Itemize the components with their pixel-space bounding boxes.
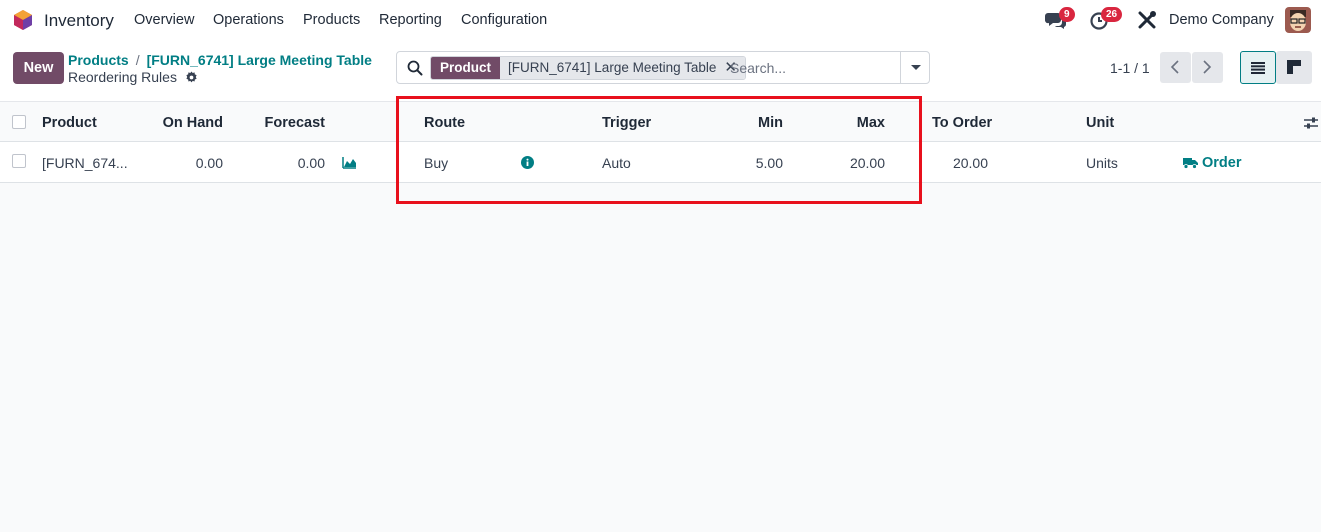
- cell-unit[interactable]: Units: [1086, 155, 1118, 171]
- avatar[interactable]: [1285, 7, 1311, 33]
- top-navbar: Inventory Overview Operations Products R…: [0, 0, 1321, 40]
- app-name[interactable]: Inventory: [44, 11, 114, 31]
- facet-label: Product: [431, 57, 501, 79]
- search-options-toggle[interactable]: [900, 52, 930, 83]
- select-all-checkbox[interactable]: [12, 115, 26, 129]
- breadcrumb-products[interactable]: Products: [68, 52, 129, 68]
- search-facet: Product [FURN_6741] Large Meeting Table …: [430, 56, 746, 80]
- cell-product[interactable]: [FURN_674...: [42, 155, 128, 171]
- truck-icon: [1183, 158, 1198, 169]
- pager-previous-button[interactable]: [1160, 52, 1191, 83]
- company-switcher[interactable]: Demo Company: [1169, 12, 1274, 28]
- breadcrumb: Products / [FURN_6741] Large Meeting Table: [68, 52, 372, 68]
- menu-reporting[interactable]: Reporting: [379, 12, 442, 28]
- list-empty-area: [0, 183, 1321, 532]
- list-view-button[interactable]: [1240, 51, 1276, 84]
- menu-overview[interactable]: Overview: [134, 12, 194, 28]
- new-button[interactable]: New: [13, 52, 64, 84]
- facet-value-text: [FURN_6741] Large Meeting Table: [508, 60, 717, 75]
- order-button-label: Order: [1202, 155, 1242, 171]
- chevron-down-icon: [911, 65, 921, 70]
- pager-next-button[interactable]: [1192, 52, 1223, 83]
- column-forecast[interactable]: Forecast: [240, 115, 325, 131]
- gear-icon[interactable]: [185, 71, 198, 84]
- inventory-logo-icon[interactable]: [12, 9, 34, 31]
- sliders-icon[interactable]: [1303, 116, 1319, 130]
- column-on-hand[interactable]: On Hand: [140, 115, 223, 131]
- kanban-view-button[interactable]: [1276, 51, 1312, 84]
- cell-on-hand[interactable]: 0.00: [140, 155, 223, 171]
- search-icon[interactable]: [407, 60, 423, 76]
- tools-icon[interactable]: [1137, 10, 1159, 30]
- column-product[interactable]: Product: [42, 115, 97, 131]
- list-icon: [1251, 62, 1265, 74]
- search-bar: Product [FURN_6741] Large Meeting Table …: [396, 51, 930, 84]
- page-title: Reordering Rules: [68, 69, 198, 85]
- column-to-order[interactable]: To Order: [932, 115, 992, 131]
- cell-forecast[interactable]: 0.00: [240, 155, 325, 171]
- messages-badge: 9: [1059, 7, 1075, 22]
- kanban-icon: [1287, 60, 1301, 74]
- page-title-text: Reordering Rules: [68, 69, 177, 85]
- forecast-chart-icon[interactable]: [342, 156, 357, 169]
- menu-configuration[interactable]: Configuration: [461, 12, 547, 28]
- breadcrumb-product[interactable]: [FURN_6741] Large Meeting Table: [147, 52, 372, 68]
- order-button[interactable]: Order: [1183, 155, 1242, 171]
- column-unit[interactable]: Unit: [1086, 115, 1114, 131]
- menu-operations[interactable]: Operations: [213, 12, 284, 28]
- activities-badge: 26: [1101, 7, 1123, 22]
- search-input[interactable]: [730, 58, 890, 78]
- row-checkbox[interactable]: [12, 154, 26, 168]
- highlight-box: [396, 96, 922, 204]
- chevron-left-icon: [1170, 60, 1179, 74]
- breadcrumb-separator: /: [135, 52, 140, 68]
- facet-value: [FURN_6741] Large Meeting Table ✕: [500, 57, 745, 79]
- pager-value[interactable]: 1-1 / 1: [1110, 60, 1150, 76]
- chevron-right-icon: [1203, 60, 1212, 74]
- menu-products[interactable]: Products: [303, 12, 360, 28]
